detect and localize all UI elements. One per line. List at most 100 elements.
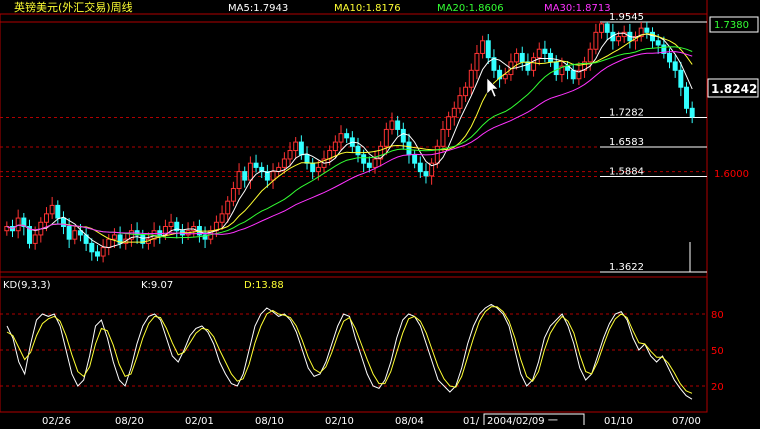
candle-body	[457, 95, 463, 109]
right-mid-label: 1.6000	[714, 169, 749, 180]
candle-body	[655, 40, 661, 46]
candle-body	[372, 158, 378, 168]
candle-body	[247, 162, 253, 181]
candle-body	[406, 141, 412, 156]
ma30-label: MA30:1.8713	[544, 3, 611, 14]
kd-tick-label: 20	[711, 382, 724, 393]
date-tick-label: 08/10	[255, 416, 284, 425]
candle-body	[644, 27, 650, 33]
ma5-line	[6, 32, 693, 249]
kd-name: KD(9,3,3)	[3, 280, 51, 291]
chart-stage: 1.9545 1.7282 1.6583 1.5884 1.3622 20 50 80 英镑美…	[0, 0, 760, 428]
candle-body	[332, 141, 338, 152]
candle-body	[89, 242, 95, 253]
candle-body	[434, 145, 440, 164]
candle-body	[298, 141, 304, 156]
candle-body	[106, 238, 112, 249]
candle-body	[672, 61, 678, 71]
candle-body	[553, 61, 559, 76]
date-tick-label: 01/	[463, 416, 480, 425]
candle-body	[548, 52, 554, 63]
cursor-date-label: 2004/02/09 一	[487, 416, 558, 425]
candle-body	[157, 230, 163, 236]
date-axis: 02/26 08/20 02/01 08/10 02/10 08/04 01/01/10 07…	[42, 416, 701, 427]
chart-title: 英镑美元(外汇交易)周线	[14, 0, 133, 14]
candle-body	[542, 48, 548, 54]
candle-body	[49, 204, 55, 215]
ma20-line	[6, 46, 693, 239]
date-tick-label: 01/10	[604, 416, 633, 425]
candle-body	[304, 154, 310, 164]
candle-body	[400, 128, 406, 143]
candle-body	[395, 120, 401, 130]
candle-body	[287, 150, 293, 160]
candle-body	[440, 128, 446, 147]
candle-body	[599, 23, 605, 33]
candle-body	[531, 57, 537, 71]
candle-body	[219, 213, 225, 223]
candle-body	[616, 36, 622, 42]
candle-body	[15, 217, 21, 232]
candle-body	[689, 107, 695, 118]
candle-body	[480, 40, 486, 54]
candle-body	[242, 171, 248, 181]
date-tick-label: 08/04	[395, 416, 424, 425]
candle-body	[604, 23, 610, 33]
candle-body	[468, 69, 474, 88]
candle-body	[423, 171, 429, 177]
price-tick-label: 1.9545	[609, 12, 644, 23]
candle-body	[417, 162, 423, 173]
candle-body	[315, 166, 321, 173]
candle-body	[43, 213, 49, 223]
kd-tick-label: 50	[711, 346, 724, 357]
ma10-line	[6, 33, 693, 243]
candle-body	[593, 31, 599, 50]
candle-body	[230, 188, 236, 202]
moving-averages	[6, 32, 693, 249]
candle-body	[32, 234, 38, 244]
kd-lines	[6, 303, 693, 400]
candle-body	[485, 40, 491, 59]
candle-body	[667, 52, 672, 63]
price-tick-label: 1.5884	[609, 167, 644, 178]
candle-body	[310, 162, 316, 173]
candle-body	[236, 171, 242, 190]
ma5-label: MA5:1.7943	[228, 3, 288, 14]
date-tick-label: 08/20	[115, 416, 144, 425]
candles	[4, 22, 695, 263]
candle-body	[66, 225, 72, 240]
stock-chart: 1.9545 1.7282 1.6583 1.5884 1.3622 20 50 80 英镑美…	[0, 0, 759, 428]
candle-body	[338, 133, 344, 143]
high-price-box-label: 1.7380	[714, 20, 749, 31]
candle-body	[463, 86, 469, 97]
candle-body	[684, 86, 689, 109]
price-tick-label: 1.6583	[609, 137, 644, 148]
candle-body	[361, 154, 367, 164]
candle-body	[225, 200, 231, 215]
candle-body	[100, 247, 106, 257]
candle-body	[678, 69, 684, 88]
price-tick-label: 1.3622	[609, 262, 644, 273]
candle-body	[60, 217, 66, 227]
candle-body	[446, 116, 452, 130]
candle-body	[168, 221, 174, 227]
candle-body	[514, 52, 520, 63]
price-tick-label: 1.7282	[609, 108, 644, 119]
candle-body	[344, 133, 350, 139]
candle-body	[293, 141, 299, 152]
candle-body	[383, 128, 389, 147]
candle-body	[650, 31, 656, 42]
candle-body	[519, 52, 525, 63]
candle-body	[587, 48, 593, 63]
ma10-label: MA10:1.8176	[334, 3, 401, 14]
ma20-label: MA20:1.8606	[437, 3, 504, 14]
kd-tick-label: 80	[711, 310, 724, 321]
candle-body	[72, 230, 78, 240]
candle-body	[355, 145, 361, 156]
kd-d-value: D:13.88	[244, 280, 284, 291]
candle-body	[389, 120, 395, 130]
candle-body	[570, 69, 576, 80]
date-tick-label: 02/10	[325, 416, 354, 425]
date-tick-label: 02/01	[185, 416, 214, 425]
candle-body	[55, 204, 61, 219]
